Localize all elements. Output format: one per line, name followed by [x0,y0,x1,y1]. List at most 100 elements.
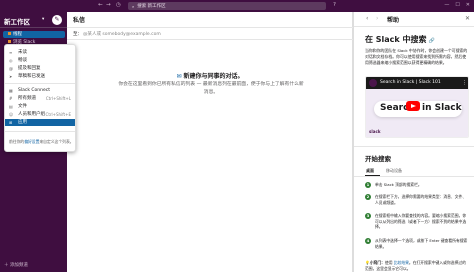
help-article-title: 在 Slack 中搜索 🔗 [365,34,435,45]
recipient-input[interactable]: @某人或 somebody@example.com [83,31,161,37]
menu-divider [5,131,75,132]
to-label: 至： [73,32,82,37]
step-number: 2 [365,194,371,200]
menu-shortcut: Ctrl+Shift+E [45,112,71,117]
step-text: 在搜索框中输入你要查找的内容。要缩小搜索范围，你可以从列出的筛选（或者下一方）搜… [375,213,467,230]
threads-icon [8,32,11,35]
preferences-link[interactable]: 偏好设置 [24,139,39,144]
close-icon[interactable]: ✕ [466,2,470,8]
search-input[interactable]: ⌕ 搜索 新工作区 [128,2,326,10]
send-icon: ➤ [9,74,13,79]
video-word-in-slack: in Slack [422,103,462,113]
menu-item-slack-connect[interactable]: ▦ Slack Connect [5,87,75,94]
more-vertical-icon[interactable]: ⋮ [462,80,467,86]
menu-item-label: 畅谈 [18,58,27,63]
empty-state-body: 你会在这里看到你已所有私信的列表 — 最新消息列在最前面，便于你与上了解有什么新… [118,82,304,95]
video-brand: slack [369,129,381,134]
chevron-down-icon[interactable]: ▾ [42,17,44,22]
section-title: 开始搜索 [365,155,391,163]
building-icon: ▦ [9,88,13,93]
menu-item-huddles[interactable]: ◎ 畅谈 [5,57,75,64]
divider [67,39,353,40]
tip-text: 💡小窍门：使用 比较结果。在打开搜索中键入或你选择过的范围，这里会显示它可以。 [365,260,469,271]
menu-item-label: 人员和用户组 [18,112,45,117]
compose-icon[interactable]: ✎ [52,15,62,25]
menu-item-label: 所有频道 [18,96,36,101]
file-icon: ▤ [9,104,13,109]
sidebar-item-threads[interactable]: 线程 [3,31,65,38]
menu-item-files[interactable]: ▤ 文件 [5,103,75,110]
step-number: 4 [365,238,371,244]
search-text: 搜索 新工作区 [137,4,166,9]
step-number: 3 [365,213,371,219]
menu-item-mentions[interactable]: @ 提及和回复 [5,65,75,72]
menu-item-all-channels[interactable]: # 所有频道 Ctrl+Shift+L [5,95,75,102]
menu-footer: 前往你的偏好设置来自定义这个列表。 [9,139,74,145]
step-text: 在搜索栏下方，选择你需要的结果类型：消息、文件、人员或频道。 [375,194,467,205]
headphones-icon: ◎ [9,58,13,63]
clock-icon[interactable]: ◷ [116,2,121,8]
play-icon[interactable] [406,101,420,111]
step-text: 单击 Slack 顶部的搜索栏。 [375,182,422,187]
divider [354,176,474,177]
menu-item-people[interactable]: ☺ 人员和用户组 Ctrl+Shift+E [5,111,75,118]
menu-item-label: 草稿和已发送 [18,74,45,79]
workspace-name[interactable]: 新工作区 [4,16,30,26]
video-title[interactable]: Search in Slack | Slack 101 [380,80,441,85]
sidebar-item-label: 线程 [13,32,22,37]
help-panel: ‹ › 帮助 ✕ 在 Slack 中搜索 🔗 当你和你的团队在 Slack 中协作… [353,12,474,272]
chevron-right-icon[interactable]: › [376,15,378,22]
plus-icon: ＋ [4,263,9,268]
step-number: 1 [365,182,371,188]
divider [354,146,474,147]
sidebar-bottom-add-channel[interactable]: ＋ 添加频道 [4,262,28,268]
arrow-left-icon[interactable]: ← [98,2,103,8]
maximize-icon[interactable]: ☐ [455,2,459,8]
question-circle-icon[interactable]: ? [333,2,336,8]
at-icon: @ [9,66,13,71]
window-controls: — ☐ ✕ [444,2,470,8]
tip-prefix: 使用 [384,260,394,265]
tab-desktop[interactable]: 桌面 [366,168,374,174]
minimize-icon[interactable]: — [444,2,449,8]
help-header-title: 帮助 [387,17,400,24]
tip-link[interactable]: 比较结果 [394,260,409,265]
menu-item-apps[interactable]: ⊞ 应用 [5,119,75,126]
video-titlebar: Search in Slack | Slack 101 ⋮ [366,77,468,89]
video-player[interactable]: Search in Slack | Slack 101 ⋮ Search in … [365,76,469,138]
menu-item-unread[interactable]: ≡ 未读 [5,49,75,56]
list-icon: ≡ [9,50,13,55]
menu-divider [5,83,75,84]
empty-state-title-text: 新建你与同事的对话。 [183,73,244,80]
more-menu: ≡ 未读 ◎ 畅谈 @ 提及和回复 ➤ 草稿和已发送 ▦ Slack Connect # 所… [4,44,76,152]
menu-item-label: 应用 [18,120,27,125]
arrow-right-icon[interactable]: → [106,2,111,8]
sidebar-bottom-label: 添加频道 [9,263,28,268]
more-icon [8,40,11,43]
top-bar: ← → ◷ ⌕ 搜索 新工作区 ? — ☐ ✕ [0,0,474,12]
hash-icon: # [9,96,13,101]
message-icon: ✉ [176,73,182,80]
menu-item-label: 文件 [18,104,27,109]
workspace-header[interactable]: 新工作区 ▾ ✎ [0,12,67,28]
menu-item-label: Slack Connect [18,88,50,93]
divider [67,27,353,28]
tab-mobile[interactable]: 移动设备 [386,168,402,174]
chevron-left-icon[interactable]: ‹ [366,15,368,22]
tip-label: 小窍门： [369,260,385,265]
people-icon: ☺ [9,112,14,117]
search-icon: ⌕ [132,3,135,9]
help-article-title-text: 在 Slack 中搜索 [365,35,427,44]
link-icon[interactable]: 🔗 [429,38,435,44]
menu-footer-prefix: 前往你的 [9,139,25,144]
direct-messages-pane: 私信 至： @某人或 somebody@example.com ✉ 新建你与同事的… [67,12,353,272]
menu-item-drafts[interactable]: ➤ 草稿和已发送 [5,73,75,80]
menu-item-label: 未读 [18,50,27,55]
slack-logo-icon [369,79,377,87]
help-intro: 当你和你的团队在 Slack 中协作时，你会创建一个可搜索的对话和文档存档。你可… [365,48,468,65]
menu-item-label: 提及和回复 [18,66,41,71]
help-header: ‹ › 帮助 ✕ [354,12,474,27]
apps-icon: ⊞ [9,120,13,125]
menu-shortcut: Ctrl+Shift+L [45,96,71,101]
close-icon[interactable]: ✕ [465,15,470,22]
